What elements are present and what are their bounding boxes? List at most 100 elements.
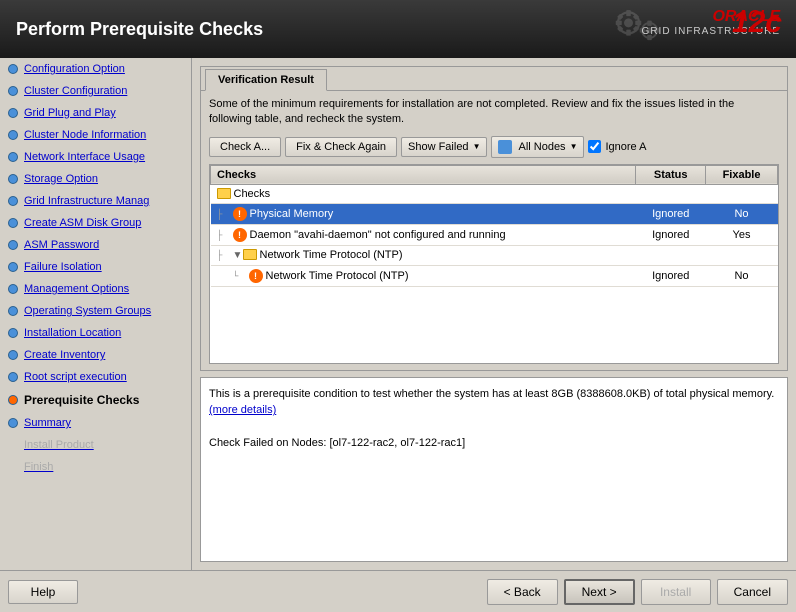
sidebar-label-prereq-checks: Prerequisite Checks — [24, 393, 139, 407]
more-details-link[interactable]: (more details) — [209, 404, 276, 416]
fix-check-button[interactable]: Fix & Check Again — [285, 137, 397, 157]
bottom-left: Help — [8, 580, 78, 604]
col-status: Status — [636, 165, 706, 184]
show-failed-dropdown[interactable]: Show Failed ▼ — [401, 137, 487, 157]
checks-table-container[interactable]: Checks Status Fixable Checks├!Physical M… — [209, 164, 779, 364]
cell-fixable-checks-group — [706, 184, 778, 203]
sidebar-label-create-inventory: Create Inventory — [24, 349, 105, 361]
sidebar-label-cluster-node-info: Cluster Node Information — [24, 129, 146, 141]
sidebar-label-storage-option: Storage Option — [24, 173, 98, 185]
description-text: This is a prerequisite condition to test… — [209, 388, 774, 400]
install-button[interactable]: Install — [641, 579, 711, 605]
sidebar-item-root-script[interactable]: Root script execution — [0, 366, 191, 388]
cell-fixable-ntp-group — [706, 245, 778, 265]
help-button[interactable]: Help — [8, 580, 78, 604]
oracle-version: 12c — [732, 6, 782, 40]
tab-verification-result[interactable]: Verification Result — [205, 69, 327, 91]
tab-panel: Verification Result Some of the minimum … — [200, 66, 788, 371]
cell-fixable-ntp-item: No — [706, 265, 778, 286]
sidebar-item-grid-infra-manage[interactable]: Grid Infrastructure Manag — [0, 190, 191, 212]
sidebar-item-create-asm-disk[interactable]: Create ASM Disk Group — [0, 212, 191, 234]
sidebar-item-network-interface[interactable]: Network Interface Usage — [0, 146, 191, 168]
cell-status-avahi-daemon: Ignored — [636, 224, 706, 245]
failed-nodes-text: Check Failed on Nodes: [ol7-122-rac2, ol… — [209, 437, 465, 449]
sidebar-item-os-groups[interactable]: Operating System Groups — [0, 300, 191, 322]
next-button[interactable]: Next > — [564, 579, 635, 605]
tab-description: Some of the minimum requirements for ins… — [209, 97, 779, 128]
dropdown-arrow2-icon: ▼ — [570, 142, 578, 151]
toolbar: Check A... Fix & Check Again Show Failed… — [209, 136, 779, 158]
ignore-label: Ignore A — [605, 141, 646, 153]
sidebar-label-asm-password: ASM Password — [24, 239, 99, 251]
table-row-ntp-group[interactable]: ├▼Network Time Protocol (NTP) — [211, 245, 778, 265]
sidebar-item-grid-plug-play[interactable]: Grid Plug and Play — [0, 102, 191, 124]
sidebar-scroll[interactable]: Configuration Option Cluster Configuratio… — [0, 58, 191, 570]
description-panel: This is a prerequisite condition to test… — [200, 377, 788, 562]
checks-table: Checks Status Fixable Checks├!Physical M… — [210, 165, 778, 287]
sidebar-label-network-interface: Network Interface Usage — [24, 151, 145, 163]
page-title: Perform Prerequisite Checks — [16, 19, 263, 40]
sidebar-label-os-groups: Operating System Groups — [24, 305, 151, 317]
sidebar-item-storage-option[interactable]: Storage Option — [0, 168, 191, 190]
main-container: Configuration Option Cluster Configuratio… — [0, 58, 796, 570]
content-area: Verification Result Some of the minimum … — [192, 58, 796, 570]
sidebar-label-cluster-config: Cluster Configuration — [24, 85, 127, 97]
table-row-ntp-item[interactable]: └!Network Time Protocol (NTP)IgnoredNo — [211, 265, 778, 286]
sidebar-item-asm-password[interactable]: ASM Password — [0, 234, 191, 256]
table-row-physical-memory[interactable]: ├!Physical MemoryIgnoredNo — [211, 203, 778, 224]
header: Perform Prerequisite Checks ORACLE GRID … — [0, 0, 796, 58]
sidebar-item-install-location[interactable]: Installation Location — [0, 322, 191, 344]
sidebar-item-management-options[interactable]: Management Options — [0, 278, 191, 300]
sidebar-label-summary: Summary — [24, 417, 71, 429]
sidebar-item-failure-isolation[interactable]: Failure Isolation — [0, 256, 191, 278]
sidebar-item-summary[interactable]: Summary — [0, 412, 191, 434]
table-row-avahi-daemon[interactable]: ├!Daemon "avahi-daemon" not configured a… — [211, 224, 778, 245]
sidebar-label-grid-plug-play: Grid Plug and Play — [24, 107, 116, 119]
cell-status-ntp-group — [636, 245, 706, 265]
sidebar-item-cluster-config[interactable]: Cluster Configuration — [0, 80, 191, 102]
sidebar-label-finish: Finish — [24, 461, 53, 473]
col-checks: Checks — [211, 165, 636, 184]
sidebar-label-management-options: Management Options — [24, 283, 129, 295]
sidebar-item-prereq-checks[interactable]: Prerequisite Checks — [0, 388, 191, 412]
sidebar-label-failure-isolation: Failure Isolation — [24, 261, 102, 273]
dropdown-arrow-icon: ▼ — [473, 142, 481, 151]
check-all-button[interactable]: Check A... — [209, 137, 281, 157]
bottom-bar: Help < Back Next > Install Cancel — [0, 570, 796, 612]
cell-status-physical-memory: Ignored — [636, 203, 706, 224]
sidebar-label-create-asm-disk: Create ASM Disk Group — [24, 217, 141, 229]
cell-checks-physical-memory: ├!Physical Memory — [211, 203, 636, 224]
sidebar-label-install-location: Installation Location — [24, 327, 121, 339]
tab-content: Some of the minimum requirements for ins… — [201, 91, 787, 370]
ignore-checkbox-group: Ignore A — [588, 140, 646, 153]
sidebar-item-cluster-node-info[interactable]: Cluster Node Information — [0, 124, 191, 146]
sidebar-item-config-option[interactable]: Configuration Option — [0, 58, 191, 80]
all-nodes-dropdown[interactable]: All Nodes ▼ — [491, 136, 584, 158]
cell-checks-ntp-item: └!Network Time Protocol (NTP) — [211, 265, 636, 286]
sidebar-item-install-product: Install Product — [0, 434, 191, 456]
bottom-right: < Back Next > Install Cancel — [487, 579, 788, 605]
all-nodes-label: All Nodes — [518, 141, 565, 153]
show-failed-label: Show Failed — [408, 141, 469, 153]
col-fixable: Fixable — [706, 165, 778, 184]
cancel-button[interactable]: Cancel — [717, 579, 788, 605]
sidebar-item-finish: Finish — [0, 456, 191, 478]
sidebar-label-root-script: Root script execution — [24, 371, 127, 383]
table-row-checks-group[interactable]: Checks — [211, 184, 778, 203]
cell-fixable-physical-memory: No — [706, 203, 778, 224]
cell-checks-avahi-daemon: ├!Daemon "avahi-daemon" not configured a… — [211, 224, 636, 245]
tab-header: Verification Result — [201, 67, 787, 91]
node-icon — [498, 140, 512, 154]
cell-fixable-avahi-daemon: Yes — [706, 224, 778, 245]
back-button[interactable]: < Back — [487, 579, 558, 605]
sidebar-label-config-option: Configuration Option — [24, 63, 125, 75]
ignore-checkbox[interactable] — [588, 140, 601, 153]
cell-status-checks-group — [636, 184, 706, 203]
cell-checks-ntp-group: ├▼Network Time Protocol (NTP) — [211, 245, 636, 265]
cell-status-ntp-item: Ignored — [636, 265, 706, 286]
sidebar-label-install-product: Install Product — [24, 439, 94, 451]
sidebar-item-create-inventory[interactable]: Create Inventory — [0, 344, 191, 366]
sidebar-label-grid-infra-manage: Grid Infrastructure Manag — [24, 195, 149, 207]
cell-checks-checks-group: Checks — [211, 184, 636, 203]
sidebar: Configuration Option Cluster Configuratio… — [0, 58, 192, 570]
